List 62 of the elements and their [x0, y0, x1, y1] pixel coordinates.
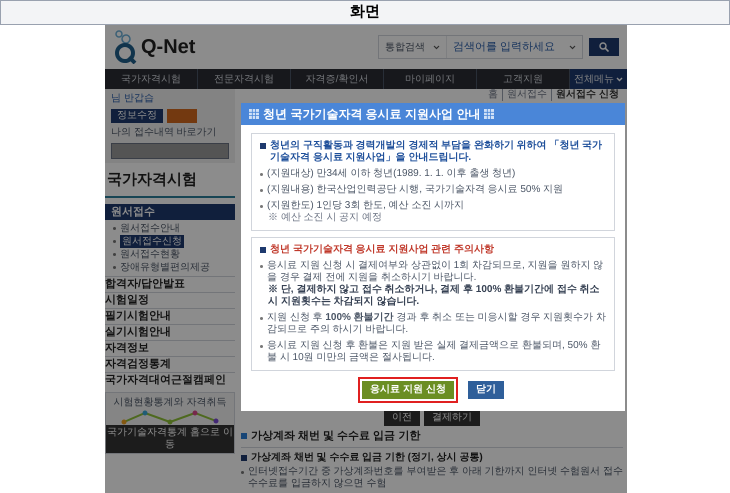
sidebar-section[interactable]: 원서접수	[105, 204, 235, 220]
sidebar-heading: 국가자격시험	[105, 163, 235, 198]
nav-item[interactable]: 자격증/확인서	[291, 69, 384, 89]
logo-text: Q-Net	[141, 35, 196, 60]
square-bullet-icon	[241, 433, 247, 439]
bullet-icon	[260, 205, 263, 208]
note-text: ※ 단, 결제하지 않고 접수 취소하거나, 결제 후 100% 환불기간에 접수 취소 시 지원횟수는 차감되지 않습니다.	[268, 284, 601, 308]
info-item: (지원대상) 만34세 이하 청년(1989. 1. 1. 이후 출생 청년)	[267, 168, 516, 180]
greeting-text: 님 반갑습	[111, 93, 155, 105]
square-bullet-icon	[260, 143, 266, 149]
bullet-icon	[260, 189, 263, 192]
caution-item: 응시료 지원 신청 후 환불은 지원 받은 실제 결제금액으로 환불되며, 50% 환불 시 10원 미만의 금액은 절사됩니다.	[267, 340, 602, 364]
stats-home-button[interactable]: 국가기술자격통계 홈으로 이동	[106, 424, 234, 452]
sidebar-menu-item[interactable]: 자격정보	[105, 340, 235, 356]
search-icon	[599, 42, 609, 52]
bullet-icon	[260, 173, 263, 176]
info-item: (지원내용) 한국산업인력공단 시행, 국가기술자격 응시료 50% 지원	[267, 184, 564, 196]
sidebar-menu-item[interactable]: 합격자/답안발표	[105, 276, 235, 292]
sidebar-menu-item[interactable]: 실기시험안내	[105, 324, 235, 340]
caution-item: 지원 신청 후 100% 환불기간 경과 후 취소 또는 미응시할 경우 지원횟수가 차감되므로 주의 하시기 바랍니다.	[267, 312, 606, 336]
grid-icon	[249, 109, 259, 119]
caution-heading: 청년 국가기술자격 응시료 지원사업 관련 주의사항	[270, 244, 494, 256]
sidebar-subitem[interactable]: 원서접수신청	[120, 234, 184, 248]
sidebar-menu-item[interactable]: 국가자격대여근절캠페인	[105, 372, 235, 388]
breadcrumb-link[interactable]: 원서접수 신청	[551, 89, 623, 101]
bullet-icon	[113, 266, 116, 268]
dialog-title: 청년 국가기술자격 응시료 지원사업 안내	[263, 106, 480, 123]
section-title: 가상계좌 채번 및 수수료 입금 기한	[251, 430, 420, 443]
bullet-icon	[113, 240, 116, 242]
intro-heading: 청년의 구직활동과 경력개발의 경제적 부담을 완화하기 위하여 「청년 국가기술자격 응시료 지원사업」을 안내드립니다.	[270, 140, 604, 164]
bullet-icon	[260, 265, 263, 268]
logo-icon	[113, 30, 139, 64]
all-menu-button[interactable]: 전체메뉴	[570, 69, 627, 89]
apply-support-button[interactable]: 응시료 지원 신청	[358, 377, 458, 403]
nav-item[interactable]: 마이페이지	[384, 69, 477, 89]
banner-caption: 시험현황통계와 자격취득	[114, 396, 226, 408]
sidebar-menu-item[interactable]: 시험일정	[105, 292, 235, 308]
info-text: 인터넷접수기간 중 가상계좌번호를 부여받은 후 아래 기한까지 인터넷 수험원서 접수 수수료를 입금하지 않으면 수험	[248, 466, 623, 490]
sidebar-subitem[interactable]: 원서접수안내	[120, 222, 180, 234]
sidebar-menu-item[interactable]: 자격검정통계	[105, 356, 235, 372]
sidebar-menu-item[interactable]: 필기시험안내	[105, 308, 235, 324]
bullet-icon	[113, 226, 116, 230]
bullet-icon	[113, 252, 116, 256]
square-bullet-icon	[241, 455, 247, 461]
sidebar-subitem[interactable]: 원서접수현황	[120, 248, 180, 260]
caution-item: 응시료 지원 신청 시 결제여부와 상관없이 1회 차감되므로, 지원을 원하지 않을 경우 결제 전에 지원을 취소하시기 바랍니다.	[267, 260, 604, 284]
subsection-title: 가상계좌 채번 및 수수료 입금 기한 (정기, 상시 공통)	[251, 452, 483, 464]
note-text: ※ 예산 소진 시 공지 예정	[268, 212, 383, 224]
bullet-icon	[260, 317, 263, 320]
screen-title: 화면	[0, 0, 730, 25]
grid-icon	[484, 109, 494, 119]
square-bullet-icon	[260, 247, 266, 253]
sidebar-subitem[interactable]: 장애유형별편의제공	[120, 260, 210, 274]
my-applications-link[interactable]: 나의 접수내역 바로가기	[111, 127, 229, 139]
breadcrumb-link[interactable]: 홈	[484, 89, 502, 101]
bullet-icon	[241, 471, 244, 474]
info-item: (지원한도) 1인당 3회 한도, 예산 소진 시까지	[267, 200, 464, 212]
bullet-icon	[260, 345, 263, 348]
edit-info-button[interactable]: 정보수정	[111, 109, 163, 123]
search-button[interactable]	[589, 38, 619, 56]
chevron-icon	[616, 76, 623, 82]
breadcrumb-link[interactable]: 원서접수	[502, 89, 552, 101]
